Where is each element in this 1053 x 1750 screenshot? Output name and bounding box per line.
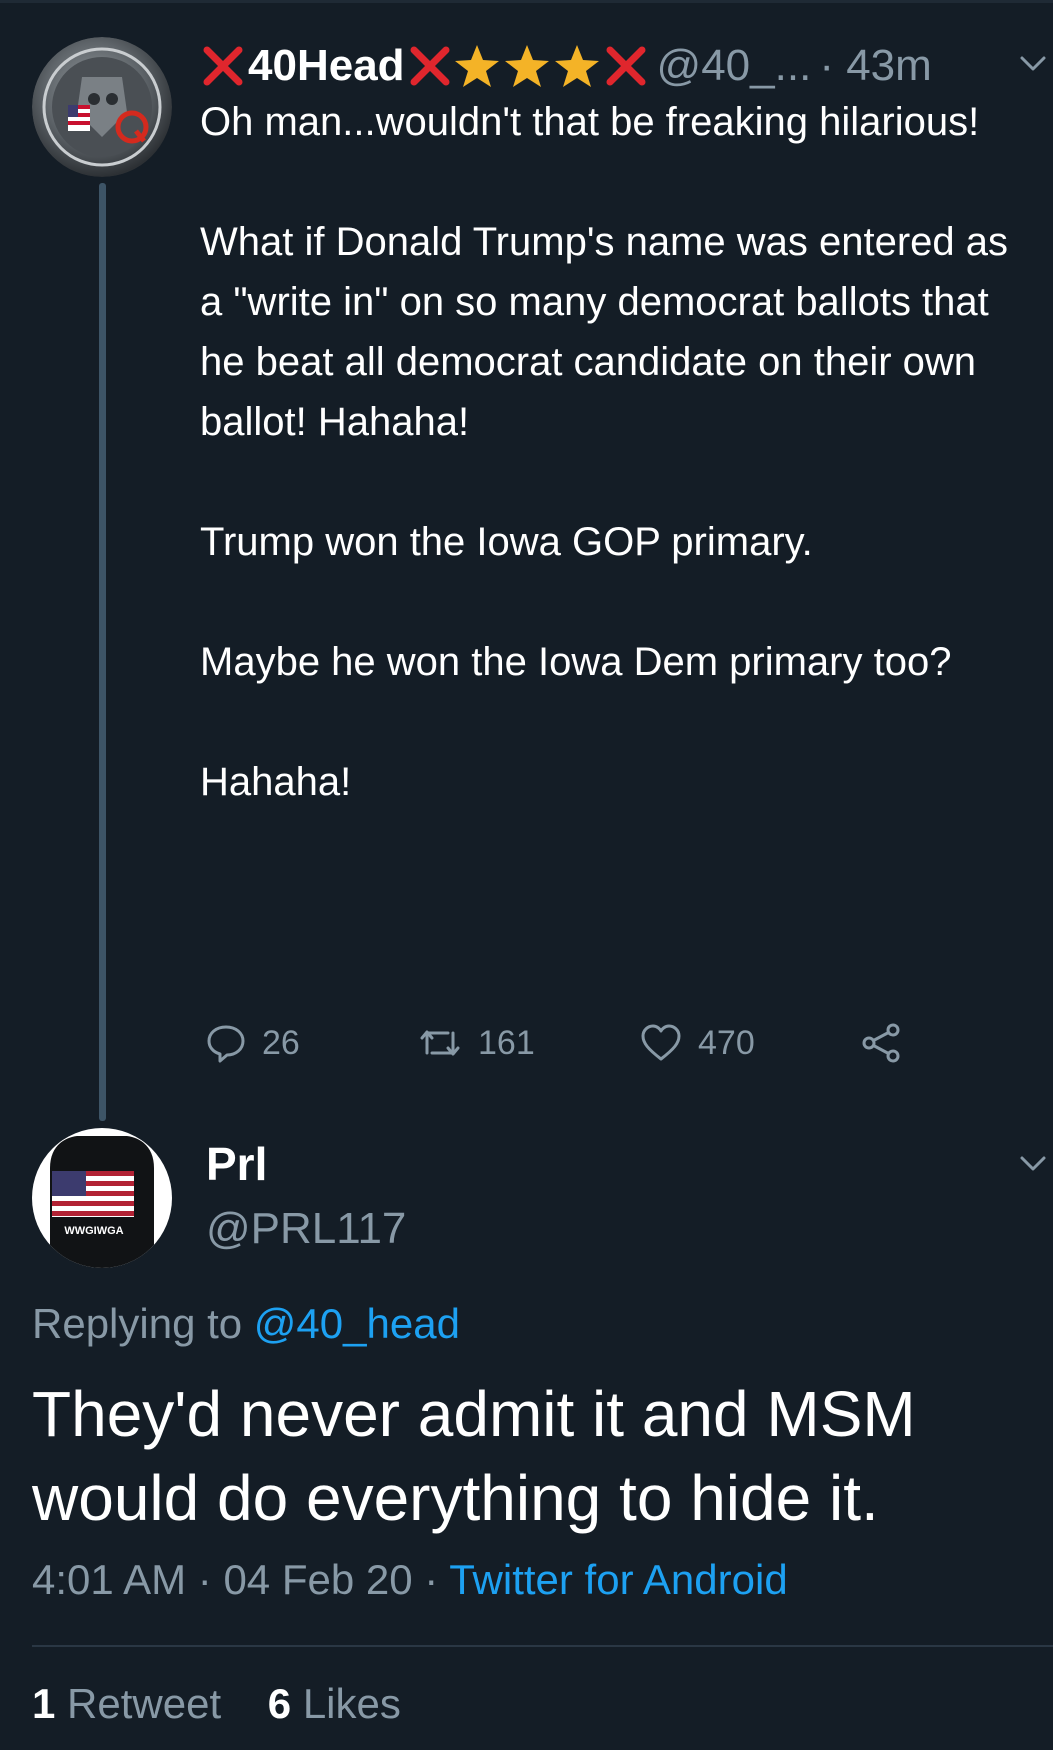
avatar[interactable] bbox=[32, 37, 172, 177]
coin-avatar-image bbox=[32, 37, 172, 177]
replying-to-line: Replying to @40_head bbox=[32, 1300, 460, 1348]
retweets-count: 1 bbox=[32, 1680, 56, 1727]
tweet-source-link[interactable]: Twitter for Android bbox=[449, 1556, 787, 1603]
share-button[interactable] bbox=[860, 1018, 918, 1068]
reply-time: 4:01 AM bbox=[32, 1556, 187, 1603]
reply-button[interactable]: 26 bbox=[206, 1018, 300, 1068]
like-count: 470 bbox=[698, 1023, 755, 1062]
chevron-down-icon[interactable] bbox=[1018, 1150, 1048, 1176]
share-icon bbox=[862, 1023, 900, 1063]
tweet-timestamp: · 43m bbox=[819, 41, 932, 90]
replying-to-mention-link[interactable]: @40_head bbox=[254, 1300, 460, 1347]
tweet-paragraph: Trump won the Iowa GOP primary. bbox=[200, 520, 813, 564]
reply-bubble-icon bbox=[207, 1025, 245, 1063]
reply-author-name[interactable]: Prl bbox=[206, 1137, 267, 1191]
star-emoji-icon bbox=[504, 45, 549, 87]
meta-separator: · bbox=[424, 1556, 439, 1603]
author-display-name: 40Head bbox=[248, 41, 405, 90]
retweets-label: Retweet bbox=[67, 1680, 222, 1727]
likes-label: Likes bbox=[302, 1680, 401, 1727]
tweet-paragraph: Oh man...wouldn't that be freaking hilar… bbox=[200, 100, 980, 144]
likes-stat[interactable]: 6 Likes bbox=[268, 1680, 401, 1727]
like-button[interactable]: 470 bbox=[640, 1018, 755, 1068]
reply-tweet-text: They'd never admit it and MSM would do e… bbox=[32, 1378, 916, 1534]
retweet-button[interactable]: 161 bbox=[418, 1018, 535, 1068]
chevron-down-icon[interactable] bbox=[1018, 50, 1048, 76]
reply-avatar[interactable]: WWGIWGA bbox=[32, 1128, 172, 1268]
star-emoji-icon bbox=[454, 45, 499, 87]
meta-separator: · bbox=[197, 1556, 212, 1603]
retweet-count: 161 bbox=[478, 1023, 535, 1062]
tweet-paragraph: Hahaha! bbox=[200, 760, 352, 804]
avatar-shirt-text: WWGIWGA bbox=[64, 1225, 123, 1237]
author-handle: @40_... bbox=[656, 41, 812, 90]
stats-divider bbox=[32, 1645, 1053, 1647]
retweets-stat[interactable]: 1 Retweet bbox=[32, 1680, 221, 1727]
heart-icon bbox=[641, 1024, 681, 1061]
thread-connector-line bbox=[99, 183, 106, 1121]
flag-shirt-avatar-image: WWGIWGA bbox=[50, 1136, 154, 1268]
replying-to-label: Replying to bbox=[32, 1300, 243, 1347]
reply-count: 26 bbox=[262, 1023, 300, 1062]
top-divider bbox=[0, 0, 1053, 3]
likes-count: 6 bbox=[267, 1680, 292, 1727]
engagement-stats: 1 Retweet 6 Likes bbox=[32, 1680, 401, 1728]
reply-date: 04 Feb 20 bbox=[223, 1556, 413, 1603]
reply-metadata: 4:01 AM · 04 Feb 20 · Twitter for Androi… bbox=[32, 1556, 788, 1604]
cross-mark-emoji-icon bbox=[606, 46, 646, 86]
tweet-paragraph: What if Donald Trump's name was entered … bbox=[200, 220, 1009, 444]
tweet-text: Oh man...wouldn't that be freaking hilar… bbox=[200, 92, 1030, 812]
retweet-icon bbox=[420, 1030, 460, 1056]
tweet-header[interactable]: 40Head @40_... · 43m bbox=[200, 38, 1040, 94]
star-emoji-icon bbox=[554, 45, 599, 87]
tweet-action-bar: 26 161 470 bbox=[200, 1018, 920, 1068]
cross-mark-emoji-icon bbox=[410, 46, 450, 86]
cross-mark-emoji-icon bbox=[203, 46, 243, 86]
tweet-paragraph: Maybe he won the Iowa Dem primary too? bbox=[200, 640, 952, 684]
reply-author-handle[interactable]: @PRL117 bbox=[206, 1204, 406, 1254]
